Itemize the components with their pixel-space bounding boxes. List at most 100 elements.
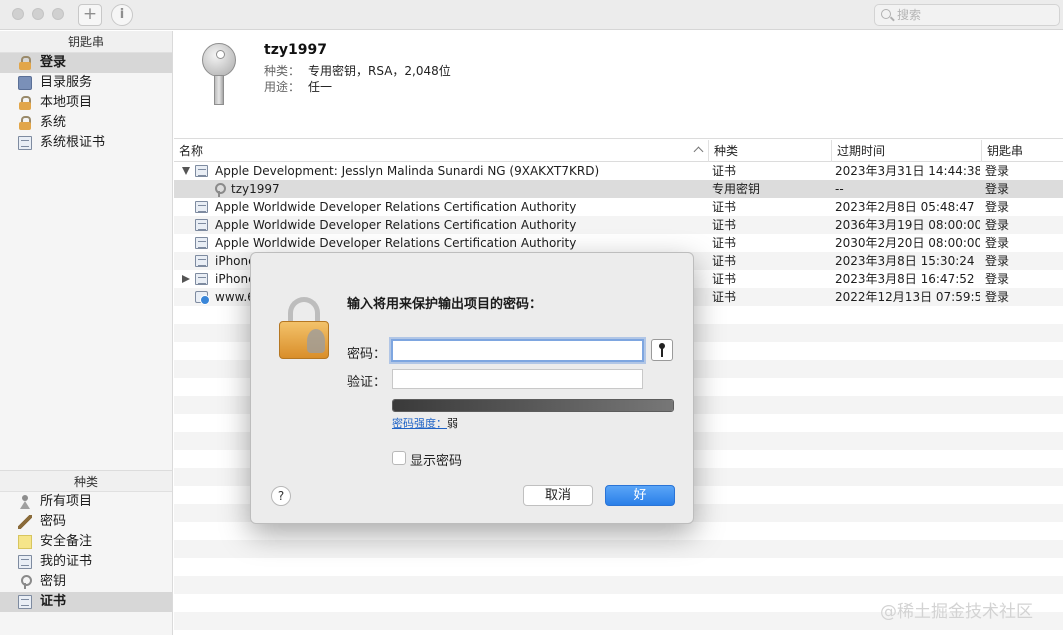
note-icon <box>18 535 32 549</box>
item-title: tzy1997 <box>264 42 327 58</box>
column-header-expires[interactable]: 过期时间 <box>831 140 981 162</box>
add-item-button[interactable]: + <box>78 4 102 26</box>
sidebar-item[interactable]: 登录 <box>0 53 172 73</box>
cell-kind: 证书 <box>712 272 737 286</box>
disclosure-open-icon[interactable] <box>182 167 190 175</box>
sidebar-item[interactable]: 我的证书 <box>0 552 172 572</box>
lock-icon <box>18 96 32 110</box>
certificate-icon <box>195 237 208 249</box>
help-button[interactable]: ? <box>271 486 291 506</box>
certificate-icon <box>18 555 32 569</box>
certificate-icon <box>195 273 208 285</box>
cell-expires: 2023年3月31日 14:44:38 <box>835 164 980 178</box>
verify-input[interactable] <box>392 369 643 389</box>
cell-name: Apple Worldwide Developer Relations Cert… <box>215 218 577 232</box>
sort-ascending-icon <box>693 146 704 157</box>
cell-keychain: 登录 <box>985 182 1010 196</box>
search-field[interactable]: 搜索 <box>874 4 1060 26</box>
item-info-panel: tzy1997 种类： 专用密钥，RSA，2,048位 用途： 任一 <box>174 31 1063 139</box>
close-window-button[interactable] <box>12 8 24 20</box>
category-header: 种类 <box>0 470 172 492</box>
certificate-icon <box>195 165 208 177</box>
sidebar-item[interactable]: 系统根证书 <box>0 133 172 153</box>
table-row[interactable]: Apple Worldwide Developer Relations Cert… <box>174 216 1063 234</box>
password-assistant-button[interactable] <box>651 339 673 361</box>
dialog-title: 输入将用来保护输出项目的密码： <box>347 297 543 312</box>
sidebar-item[interactable]: 证书 <box>0 592 172 612</box>
item-usage-label: 用途： <box>264 80 301 94</box>
table-row[interactable]: Apple Development: Jesslyn Malinda Sunar… <box>174 162 1063 180</box>
column-header-keychain[interactable]: 钥匙串 <box>981 140 1063 162</box>
keychains-header: 钥匙串 <box>0 31 172 53</box>
column-header-name[interactable]: 名称 <box>174 140 708 162</box>
password-strength-bar <box>392 399 674 412</box>
password-input[interactable] <box>391 339 644 362</box>
disclosure-closed-icon[interactable] <box>182 275 190 283</box>
sidebar-item-label: 密码 <box>40 514 67 529</box>
sidebar-item-label: 我的证书 <box>40 554 93 569</box>
export-password-dialog: 输入将用来保护输出项目的密码： 密码： 验证： 密码强度： 弱 显示密码 ? 取… <box>250 252 694 524</box>
cell-expires: -- <box>835 182 844 196</box>
sidebar-item[interactable]: 本地项目 <box>0 93 172 113</box>
sidebar-item-label: 系统根证书 <box>40 135 106 150</box>
sidebar-item-label: 系统 <box>40 115 67 130</box>
lock-icon <box>18 56 32 70</box>
info-button[interactable]: i <box>111 4 133 26</box>
large-key-icon <box>202 43 238 105</box>
cell-kind: 证书 <box>712 236 737 250</box>
table-row[interactable]: tzy1997 专用密钥 -- 登录 <box>174 180 1063 198</box>
certificate-icon <box>195 219 208 231</box>
minimize-window-button[interactable] <box>32 8 44 20</box>
sidebar-item[interactable]: 安全备注 <box>0 532 172 552</box>
certificate-icon <box>18 595 32 609</box>
cell-expires: 2022年12月13日 07:59:59 <box>835 290 980 304</box>
column-header-name-label: 名称 <box>179 144 204 158</box>
cell-keychain: 登录 <box>985 236 1010 250</box>
column-header-kind[interactable]: 种类 <box>708 140 831 162</box>
item-usage-value: 任一 <box>308 80 333 94</box>
sidebar-item-label: 证书 <box>40 594 67 609</box>
sidebar: 钥匙串 登录目录服务本地项目系统系统根证书 种类 所有项目密码安全备注我的证书密… <box>0 31 173 635</box>
cell-kind: 证书 <box>712 200 737 214</box>
zoom-window-button[interactable] <box>52 8 64 20</box>
table-row[interactable]: Apple Worldwide Developer Relations Cert… <box>174 198 1063 216</box>
password-label: 密码： <box>347 347 387 362</box>
sidebar-item-label: 所有项目 <box>40 494 93 509</box>
password-strength-fill <box>393 400 673 411</box>
sidebar-item[interactable]: 目录服务 <box>0 73 172 93</box>
cell-keychain: 登录 <box>985 218 1010 232</box>
category-list: 所有项目密码安全备注我的证书密钥证书 <box>0 492 172 612</box>
certificate-icon <box>18 136 32 150</box>
cell-name: tzy1997 <box>231 182 280 196</box>
sidebar-item-label: 登录 <box>40 55 67 70</box>
empty-row <box>174 576 1063 594</box>
verify-label: 验证： <box>347 375 387 390</box>
sidebar-item-label: 本地项目 <box>40 95 93 110</box>
show-password-checkbox[interactable] <box>392 451 406 465</box>
sidebar-item[interactable]: 密码 <box>0 512 172 532</box>
cell-kind: 证书 <box>712 254 737 268</box>
cell-name: Apple Development: Jesslyn Malinda Sunar… <box>215 164 600 178</box>
sidebar-item-label: 密钥 <box>40 574 67 589</box>
cell-keychain: 登录 <box>985 164 1010 178</box>
cancel-button[interactable]: 取消 <box>523 485 593 506</box>
sidebar-item-label: 目录服务 <box>40 75 93 90</box>
sidebar-item[interactable]: 系统 <box>0 113 172 133</box>
table-header: 名称 种类 过期时间 钥匙串 <box>174 140 1063 162</box>
cell-keychain: 登录 <box>985 200 1010 214</box>
certificate-icon <box>195 201 208 213</box>
certificate-icon <box>195 255 208 267</box>
password-strength-link[interactable]: 密码强度： <box>392 415 447 431</box>
item-kind-label: 种类： <box>264 64 301 78</box>
empty-row <box>174 540 1063 558</box>
sidebar-item[interactable]: 密钥 <box>0 572 172 592</box>
sidebar-item[interactable]: 所有项目 <box>0 492 172 512</box>
empty-row <box>174 558 1063 576</box>
password-icon <box>18 515 32 529</box>
cell-expires: 2030年2月20日 08:00:00 <box>835 236 980 250</box>
key-icon <box>212 183 226 197</box>
toolbar: + i 搜索 <box>0 0 1063 30</box>
ok-button[interactable]: 好 <box>605 485 675 506</box>
table-row[interactable]: Apple Worldwide Developer Relations Cert… <box>174 234 1063 252</box>
show-password-label[interactable]: 显示密码 <box>410 450 462 469</box>
